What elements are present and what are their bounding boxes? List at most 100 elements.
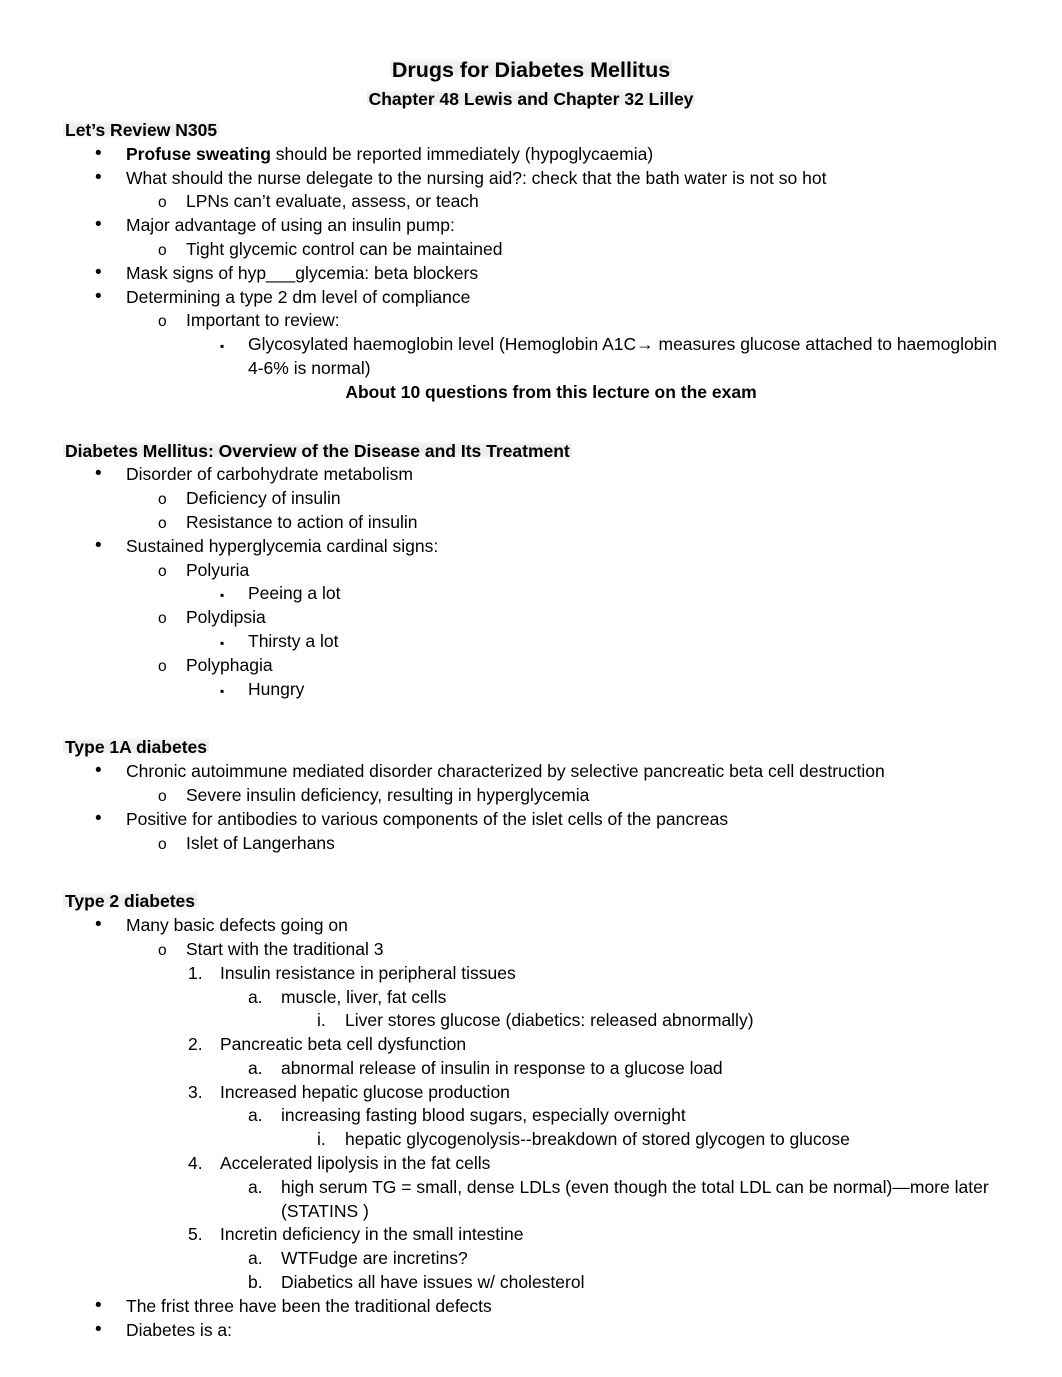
list-item: 4. Accelerated lipolysis in the fat cell… [0, 1152, 1062, 1176]
list-item-text: Glycosylated haemoglobin level (Hemoglob… [248, 334, 998, 378]
list-item: o Polyphagia [0, 654, 1062, 678]
list-item: o Important to review: [0, 309, 1062, 333]
circle-bullet-icon: o [158, 941, 167, 959]
list-item: i. hepatic glycogenolysis--breakdown of … [0, 1128, 1062, 1152]
list-item-text: increasing fasting blood sugars, especia… [281, 1105, 686, 1126]
ordered-marker: 3. [188, 1081, 203, 1102]
list-item-text: What should the nurse delegate to the nu… [126, 167, 827, 188]
list-item: ▪ Hungry [0, 678, 1062, 702]
document-title-text: Drugs for Diabetes Mellitus [389, 58, 673, 82]
circle-bullet-icon: o [158, 787, 167, 805]
list-item-text: Polyuria [186, 559, 250, 580]
list-item-emphasis: Profuse sweating [126, 143, 271, 164]
bullet-icon: • [95, 534, 102, 556]
bullet-icon: • [95, 142, 102, 164]
bullet-icon: • [95, 214, 102, 236]
square-bullet-icon: ▪ [220, 683, 225, 698]
list-item-text: Deficiency of insulin [186, 488, 341, 509]
bullet-icon: • [95, 1294, 102, 1316]
list-item-text: Pancreatic beta cell dysfunction [220, 1034, 467, 1055]
list-item-text: high serum TG = small, dense LDLs (even … [281, 1176, 989, 1221]
list-item: o Start with the traditional 3 [0, 938, 1062, 962]
list-item-text: Sustained hyperglycemia cardinal signs: [126, 535, 439, 556]
roman-marker: i. [317, 1129, 326, 1150]
list-item-text: Liver stores glucose (diabetics: release… [345, 1010, 754, 1031]
heading-overview-text: Diabetes Mellitus: Overview of the Disea… [63, 440, 572, 461]
list-item-text: Start with the traditional 3 [186, 938, 384, 959]
list-item: a. WTFudge are incretins? [0, 1247, 1062, 1271]
lettered-marker: b. [248, 1272, 263, 1293]
lettered-marker: a. [248, 986, 263, 1007]
bullet-icon: • [95, 285, 102, 307]
list-item-text: Disorder of carbohydrate metabolism [126, 464, 413, 485]
list-item-text: Polydipsia [186, 607, 266, 628]
ordered-marker: 1. [188, 962, 203, 983]
heading-type-2: Type 2 diabetes [63, 890, 1062, 914]
list-item-text: Diabetes is a: [126, 1319, 233, 1340]
list-item: o LPNs can’t evaluate, assess, or teach [0, 190, 1062, 214]
list-item-text: Accelerated lipolysis in the fat cells [220, 1153, 491, 1174]
list-item: o Polydipsia [0, 606, 1062, 630]
list-item: 2. Pancreatic beta cell dysfunction [0, 1033, 1062, 1057]
ordered-marker: 2. [188, 1034, 203, 1055]
list-item: • Diabetes is a: [0, 1319, 1062, 1343]
list-item-text: hepatic glycogenolysis--breakdown of sto… [345, 1129, 850, 1150]
list-item: • Sustained hyperglycemia cardinal signs… [0, 535, 1062, 559]
circle-bullet-icon: o [158, 514, 167, 532]
heading-type-2-text: Type 2 diabetes [63, 891, 198, 912]
list-item: ▪ Peeing a lot [0, 582, 1062, 606]
circle-bullet-icon: o [158, 657, 167, 675]
list-item-text: Diabetics all have issues w/ cholesterol [281, 1272, 585, 1293]
list-item: o Severe insulin deficiency, resulting i… [0, 784, 1062, 808]
list-item-text: Chronic autoimmune mediated disorder cha… [126, 761, 885, 782]
ordered-marker: 5. [188, 1224, 203, 1245]
list-item-text: Incretin deficiency in the small intesti… [220, 1224, 524, 1245]
list-item: • Profuse sweating should be reported im… [0, 143, 1062, 167]
list-item-text: Determining a type 2 dm level of complia… [126, 286, 471, 307]
list-item-text: abnormal release of insulin in response … [281, 1057, 723, 1078]
list-item-rest: should be reported immediately (hypoglyc… [270, 143, 654, 164]
list-item: • Many basic defects going on [0, 914, 1062, 938]
list-item: • Positive for antibodies to various com… [0, 808, 1062, 832]
lettered-marker: a. [248, 1057, 263, 1078]
bullet-icon: • [95, 914, 102, 936]
list-item-text: Positive for antibodies to various compo… [126, 808, 729, 829]
circle-bullet-icon: o [158, 194, 167, 212]
heading-lets-review: Let’s Review N305 [63, 119, 1062, 143]
list-item: a. abnormal release of insulin in respon… [0, 1057, 1062, 1081]
circle-bullet-icon: o [158, 835, 167, 853]
list-item-text: Profuse sweating should be reported imme… [126, 143, 1062, 167]
list-item-text: Islet of Langerhans [186, 832, 335, 853]
list-item-text: Increased hepatic glucose production [220, 1081, 510, 1102]
list-item: • Major advantage of using an insulin pu… [0, 214, 1062, 238]
list-item-text: Insulin resistance in peripheral tissues [220, 962, 516, 983]
heading-type-1a: Type 1A diabetes [63, 736, 1062, 760]
list-item: • Mask signs of hyp___glycemia: beta blo… [0, 262, 1062, 286]
bullet-icon: • [95, 1318, 102, 1340]
list-item-text: Resistance to action of insulin [186, 511, 418, 532]
list-item-text: Polyphagia [186, 654, 273, 675]
list-item: o Deficiency of insulin [0, 487, 1062, 511]
list-item-text: Major advantage of using an insulin pump… [126, 215, 455, 236]
heading-overview: Diabetes Mellitus: Overview of the Disea… [63, 440, 1062, 464]
list-item-text: Peeing a lot [248, 583, 341, 604]
list-item: 5. Incretin deficiency in the small inte… [0, 1223, 1062, 1247]
circle-bullet-icon: o [158, 562, 167, 580]
list-item: • What should the nurse delegate to the … [0, 167, 1062, 191]
document-page: Drugs for Diabetes Mellitus Chapter 48 L… [0, 0, 1062, 1377]
bullet-icon: • [95, 261, 102, 283]
document-subtitle-text: Chapter 48 Lewis and Chapter 32 Lilley [366, 89, 696, 109]
circle-bullet-icon: o [158, 610, 167, 628]
list-item-text: The frist three have been the traditiona… [126, 1295, 492, 1316]
bullet-icon: • [95, 760, 102, 782]
list-item-text: Important to review: [186, 310, 340, 331]
list-item: o Polyuria [0, 559, 1062, 583]
list-item: o Islet of Langerhans [0, 832, 1062, 856]
list-item-text: LPNs can’t evaluate, assess, or teach [186, 191, 479, 212]
list-item-text: Many basic defects going on [126, 915, 348, 936]
list-item-text: WTFudge are incretins? [281, 1248, 468, 1269]
square-bullet-icon: ▪ [220, 339, 225, 354]
circle-bullet-icon: o [158, 241, 167, 259]
roman-marker: i. [317, 1010, 326, 1031]
list-item: o Resistance to action of insulin [0, 511, 1062, 535]
